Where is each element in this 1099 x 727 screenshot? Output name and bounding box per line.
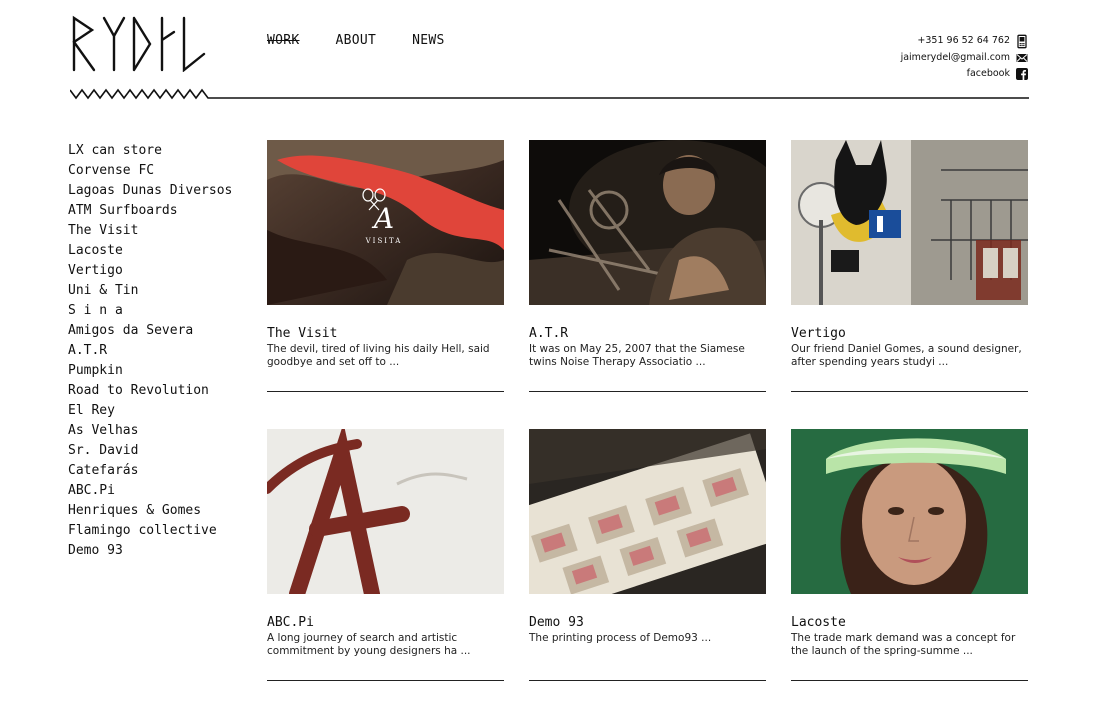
project-description: It was on May 25, 2007 that the Siamese …: [529, 343, 745, 368]
visita-overlay-text: VISITA: [365, 237, 403, 245]
project-link[interactable]: Corvense FC: [68, 161, 232, 181]
project-description: The devil, tired of living his daily Hel…: [267, 343, 490, 368]
project-link[interactable]: Demo 93: [68, 541, 232, 561]
project-thumbnail[interactable]: [791, 429, 1028, 594]
project-title[interactable]: ABC.Pi: [267, 615, 504, 631]
project-link[interactable]: Vertigo: [68, 261, 232, 281]
project-link[interactable]: S i n a: [68, 301, 232, 321]
card-divider: [529, 680, 766, 681]
mail-icon: [1016, 53, 1028, 62]
nav-work[interactable]: WORK: [267, 33, 300, 48]
project-thumbnail[interactable]: [262, 423, 504, 602]
svg-text:A: A: [371, 202, 394, 235]
project-link[interactable]: Flamingo collective: [68, 521, 232, 541]
phone-number: +351 96 52 64 762: [917, 35, 1010, 46]
project-link[interactable]: Road to Revolution: [68, 381, 232, 401]
project-description: The trade mark demand was a concept for …: [791, 632, 1016, 657]
project-list: LX can store Corvense FC Lagoas Dunas Di…: [68, 141, 232, 561]
project-link[interactable]: LX can store: [68, 141, 232, 161]
project-link[interactable]: As Velhas: [68, 421, 232, 441]
project-link[interactable]: ABC.Pi: [68, 481, 232, 501]
project-link[interactable]: Lagoas Dunas Diversos: [68, 181, 232, 201]
project-link[interactable]: Lacoste: [68, 241, 232, 261]
project-card[interactable]: A VISITA The Visit The devil, tired of l…: [267, 140, 504, 392]
project-link[interactable]: Amigos da Severa: [68, 321, 232, 341]
facebook-icon[interactable]: [1016, 68, 1028, 81]
project-card[interactable]: A.T.R It was on May 25, 2007 that the Si…: [529, 140, 789, 392]
project-thumbnail[interactable]: [791, 140, 1028, 305]
project-title[interactable]: Vertigo: [791, 326, 1028, 342]
project-link[interactable]: Catefarás: [68, 461, 232, 481]
project-card[interactable]: Vertigo Our friend Daniel Gomes, a sound…: [791, 140, 1028, 392]
card-divider: [791, 680, 1028, 681]
project-link[interactable]: El Rey: [68, 401, 232, 421]
project-thumbnail[interactable]: A VISITA: [267, 140, 504, 305]
project-card[interactable]: Lacoste The trade mark demand was a conc…: [791, 429, 1028, 681]
contact-info: +351 96 52 64 762 jaimerydel@gmail.com f…: [901, 33, 1028, 83]
nav-about[interactable]: ABOUT: [336, 33, 377, 48]
project-link[interactable]: The Visit: [68, 221, 232, 241]
project-card[interactable]: ABC.Pi A long journey of search and arti…: [262, 423, 504, 681]
project-link[interactable]: Sr. David: [68, 441, 232, 461]
email-link[interactable]: jaimerydel@gmail.com: [901, 50, 1010, 67]
rydil-logo[interactable]: [70, 14, 206, 72]
nav-news[interactable]: NEWS: [412, 33, 445, 48]
facebook-link[interactable]: facebook: [967, 66, 1010, 83]
phone-icon: [1017, 34, 1027, 49]
main-nav: WORK ABOUT NEWS: [267, 33, 445, 48]
project-link[interactable]: Uni & Tin: [68, 281, 232, 301]
project-thumbnail[interactable]: [529, 140, 789, 305]
project-link[interactable]: Pumpkin: [68, 361, 232, 381]
project-link[interactable]: ATM Surfboards: [68, 201, 232, 221]
project-title[interactable]: A.T.R: [529, 326, 766, 342]
project-title[interactable]: The Visit: [267, 326, 504, 342]
project-title[interactable]: Demo 93: [529, 615, 766, 631]
card-divider: [791, 391, 1028, 392]
project-link[interactable]: Henriques & Gomes: [68, 501, 232, 521]
card-divider: [267, 680, 504, 681]
card-divider: [267, 391, 504, 392]
project-title[interactable]: Lacoste: [791, 615, 1028, 631]
project-description: Our friend Daniel Gomes, a sound designe…: [791, 343, 1022, 368]
project-description: A long journey of search and artistic co…: [267, 632, 471, 657]
project-thumbnail[interactable]: [502, 429, 785, 619]
project-card[interactable]: Demo 93 The printing process of Demo93 .…: [502, 429, 785, 681]
project-link[interactable]: A.T.R: [68, 341, 232, 361]
card-divider: [529, 391, 766, 392]
header-divider: [70, 88, 1029, 100]
project-description: The printing process of Demo93 ...: [529, 632, 712, 644]
